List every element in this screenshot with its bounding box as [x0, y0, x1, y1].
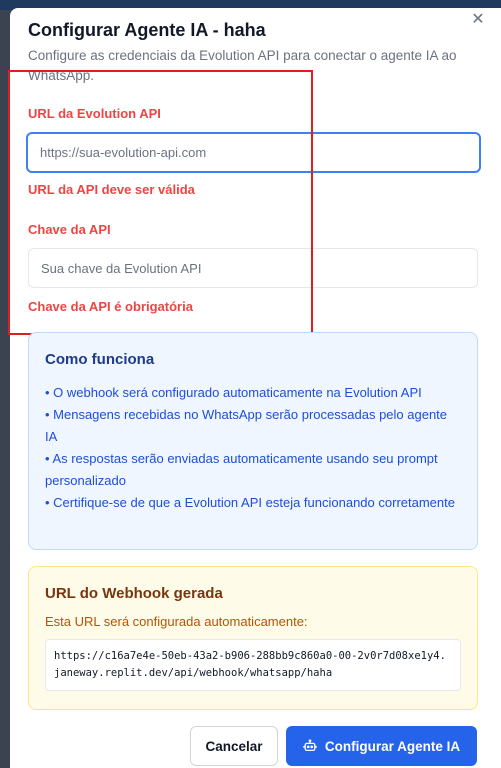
- evolution-url-input[interactable]: [26, 132, 481, 173]
- webhook-url-code[interactable]: https://c16a7e4e-50eb-43a2-b906-288bb9c8…: [45, 639, 461, 691]
- webhook-title: URL do Webhook gerada: [45, 585, 223, 602]
- info-item: • O webhook será configurado automaticam…: [45, 385, 422, 400]
- dialog-title: Configurar Agente IA - haha: [28, 20, 266, 40]
- how-it-works-panel: Como funciona • O webhook será configura…: [28, 332, 478, 550]
- webhook-description: Esta URL será configurada automaticament…: [45, 614, 308, 629]
- info-item: • Certifique-se de que a Evolution API e…: [45, 495, 455, 510]
- api-key-input[interactable]: [28, 248, 478, 288]
- info-item: • As respostas serão enviadas automatica…: [45, 451, 438, 488]
- info-item: • Mensagens recebidas no WhatsApp serão …: [45, 407, 448, 444]
- close-icon[interactable]: ✕: [470, 12, 486, 28]
- cancel-button[interactable]: Cancelar: [190, 726, 278, 766]
- key-error: Chave da API é obrigatória: [28, 299, 193, 314]
- url-label: URL da Evolution API: [28, 106, 161, 121]
- url-error: URL da API deve ser válida: [28, 182, 195, 197]
- webhook-panel: URL do Webhook gerada Esta URL será conf…: [28, 566, 478, 710]
- configure-agent-label: Configurar Agente IA: [324, 738, 461, 754]
- configure-agent-button[interactable]: Configurar Agente IA: [286, 726, 477, 766]
- bot-icon: [303, 739, 317, 752]
- how-it-works-title: Como funciona: [45, 351, 155, 368]
- key-label: Chave da API: [28, 222, 111, 237]
- dialog-subtitle: Configure as credenciais da Evolution AP…: [28, 48, 457, 83]
